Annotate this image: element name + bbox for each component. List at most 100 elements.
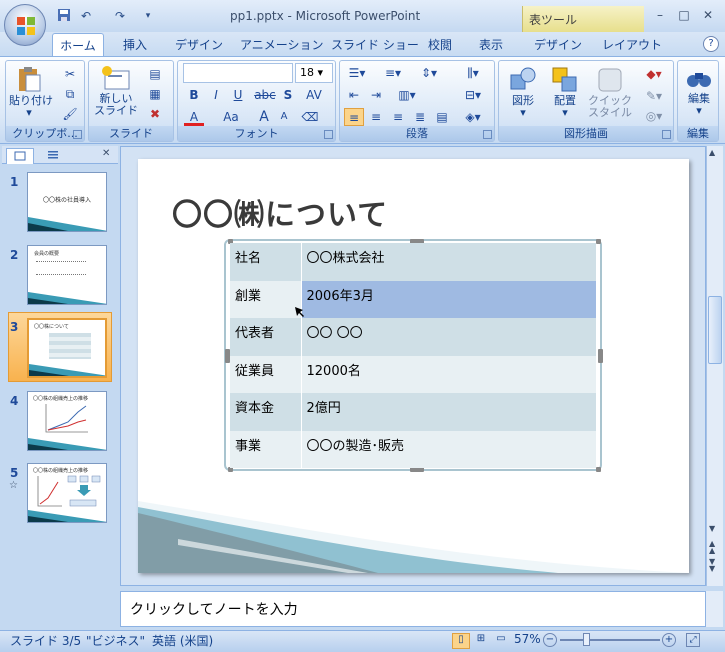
table-cell-value[interactable]: 2億円 xyxy=(301,393,596,431)
slide-thumbnail[interactable]: 〇〇株の組織売上の推移 xyxy=(27,463,107,523)
edit-button[interactable]: 編集 ▾ xyxy=(680,65,718,117)
font-size-combo[interactable]: 18 ▾ xyxy=(295,63,333,83)
table-cell-key[interactable]: 従業員 xyxy=(230,355,302,393)
close-pane-icon[interactable]: ✕ xyxy=(102,148,110,159)
align-center-icon[interactable]: ≡ xyxy=(366,108,386,126)
scroll-thumb[interactable] xyxy=(708,296,722,364)
bullets-icon[interactable]: ☰▾ xyxy=(344,64,370,82)
scroll-down-icon[interactable]: ▼ xyxy=(709,524,715,533)
tab-animation[interactable]: アニメーション xyxy=(240,36,324,56)
slide-thumbnail[interactable]: 〇〇株の社員導入 xyxy=(27,172,107,232)
smartart-icon[interactable]: ◈▾ xyxy=(460,108,486,126)
align-text-icon[interactable]: ⊟▾ xyxy=(460,86,486,104)
paragraph-launcher-icon[interactable] xyxy=(483,130,492,139)
next-slide-icon[interactable]: ▼ ▼ xyxy=(709,558,715,573)
new-slide-button[interactable]: 新しい スライド xyxy=(93,65,139,117)
zoom-in-icon[interactable]: + xyxy=(662,633,676,647)
office-button[interactable] xyxy=(4,4,46,46)
clipboard-launcher-icon[interactable] xyxy=(73,130,82,139)
decrease-indent-icon[interactable]: ⇤ xyxy=(344,86,364,104)
table-cell-value[interactable]: 〇〇の製造･販売 xyxy=(301,430,596,468)
slide-thumbnail[interactable]: 会員の概要 xyxy=(27,245,107,305)
slides-tab[interactable] xyxy=(6,148,34,164)
font-launcher-icon[interactable] xyxy=(324,130,333,139)
arrange-button[interactable]: 配置 ▾ xyxy=(545,65,585,119)
zoom-level[interactable]: 57% xyxy=(514,632,541,646)
help-icon[interactable]: ? xyxy=(703,36,719,52)
table-cell-value-selected[interactable]: 2006年3月 xyxy=(301,280,596,318)
tab-review[interactable]: 校閲 xyxy=(428,36,452,56)
text-direction-icon[interactable]: ⫼▾ xyxy=(460,64,486,82)
numbering-icon[interactable]: ≡▾ xyxy=(380,64,406,82)
slideshow-view-icon[interactable]: ▭ xyxy=(492,633,510,649)
shadow-button[interactable]: S xyxy=(278,86,298,104)
delete-slide-icon[interactable]: ✖ xyxy=(145,105,165,123)
clear-format-icon[interactable]: ⌫ xyxy=(300,108,320,126)
tab-slideshow[interactable]: スライド ショー xyxy=(331,36,419,56)
font-name-combo[interactable] xyxy=(183,63,293,83)
resize-handle[interactable] xyxy=(598,349,603,363)
tab-table-design[interactable]: デザイン xyxy=(534,36,582,56)
slide-sorter-icon[interactable]: ⊞ xyxy=(472,633,490,649)
layout-icon[interactable]: ▤ xyxy=(145,65,165,83)
redo-icon[interactable]: ↷ xyxy=(112,8,128,24)
minimize-button[interactable]: – xyxy=(650,8,670,26)
outline-tab[interactable] xyxy=(40,148,68,164)
table-cell-key[interactable]: 創業 xyxy=(230,280,302,318)
zoom-slider-track[interactable] xyxy=(560,639,660,641)
tab-table-layout[interactable]: レイアウト xyxy=(602,36,662,56)
table-cell-key[interactable]: 社名 xyxy=(230,243,302,281)
table-cell-value[interactable]: 〇〇 〇〇 xyxy=(301,318,596,356)
zoom-slider-thumb[interactable] xyxy=(583,633,590,646)
undo-icon[interactable]: ↶ xyxy=(78,8,94,24)
shrink-font-button[interactable]: A xyxy=(274,108,294,126)
align-left-icon[interactable]: ≡ xyxy=(344,108,364,126)
table-cell-key[interactable]: 事業 xyxy=(230,430,302,468)
tab-view[interactable]: 表示 xyxy=(479,36,503,56)
tab-design[interactable]: デザイン xyxy=(175,36,223,56)
slide-thumbnail[interactable]: 〇〇株の組織売上の推移 xyxy=(27,391,107,451)
italic-button[interactable]: I xyxy=(206,86,226,104)
reset-icon[interactable]: ▦ xyxy=(145,85,165,103)
slide-title[interactable]: 〇〇㈱について xyxy=(172,190,388,234)
close-button[interactable]: ✕ xyxy=(698,8,718,26)
strikethrough-button[interactable]: abc xyxy=(252,86,278,104)
fit-to-window-icon[interactable]: ⤢ xyxy=(686,633,700,647)
tab-home[interactable]: ホーム xyxy=(52,33,104,57)
shape-effects-icon[interactable]: ◎▾ xyxy=(639,107,669,125)
prev-slide-icon[interactable]: ▲ ▲ xyxy=(709,540,715,555)
quick-styles-button[interactable]: クイック スタイル xyxy=(587,65,633,119)
tab-insert[interactable]: 挿入 xyxy=(123,36,147,56)
resize-handle[interactable] xyxy=(596,467,601,472)
language-indicator[interactable]: 英語 (米国) xyxy=(152,632,213,649)
justify-icon[interactable]: ≣ xyxy=(410,108,430,126)
line-spacing-icon[interactable]: ⇕▾ xyxy=(416,64,442,82)
format-painter-icon[interactable]: 🖌 xyxy=(60,105,80,123)
notes-pane[interactable]: クリックしてノートを入力 xyxy=(120,591,706,627)
align-right-icon[interactable]: ≡ xyxy=(388,108,408,126)
font-color-button[interactable]: A xyxy=(184,108,204,126)
table-cell-key[interactable]: 資本金 xyxy=(230,393,302,431)
company-info-table[interactable]: 社名 〇〇株式会社 創業 2006年3月 代表者 〇〇 〇〇 従業員 12000名 資本… xyxy=(230,243,596,468)
copy-icon[interactable]: ⧉ xyxy=(60,85,80,103)
normal-view-icon[interactable]: ▯ xyxy=(452,633,470,649)
drawing-launcher-icon[interactable] xyxy=(662,130,671,139)
shape-fill-icon[interactable]: ◆▾ xyxy=(639,65,669,83)
bold-button[interactable]: B xyxy=(184,86,204,104)
maximize-button[interactable]: □ xyxy=(674,8,694,26)
scroll-up-icon[interactable]: ▲ xyxy=(709,148,715,157)
current-slide[interactable]: 〇〇㈱について 社名 〇〇株式会社 創業 2006年3月 代表者 〇〇 〇〇 従業員 1… xyxy=(138,159,689,573)
vertical-scrollbar[interactable]: ▲ ▼ ▲ ▲ ▼ ▼ xyxy=(706,146,723,586)
char-spacing-button[interactable]: AV xyxy=(300,86,328,104)
shape-outline-icon[interactable]: ✎▾ xyxy=(639,87,669,105)
table-cell-value[interactable]: 12000名 xyxy=(301,355,596,393)
distributed-icon[interactable]: ▤ xyxy=(432,108,452,126)
cut-icon[interactable]: ✂ xyxy=(60,65,80,83)
columns-icon[interactable]: ▥▾ xyxy=(392,86,422,104)
resize-handle[interactable] xyxy=(596,239,601,244)
change-case-button[interactable]: Aa xyxy=(218,108,244,126)
table-cell-value[interactable]: 〇〇株式会社 xyxy=(301,243,596,281)
customize-qat-icon[interactable]: ▾ xyxy=(140,8,156,24)
save-icon[interactable] xyxy=(56,8,72,24)
underline-button[interactable]: U xyxy=(228,86,248,104)
